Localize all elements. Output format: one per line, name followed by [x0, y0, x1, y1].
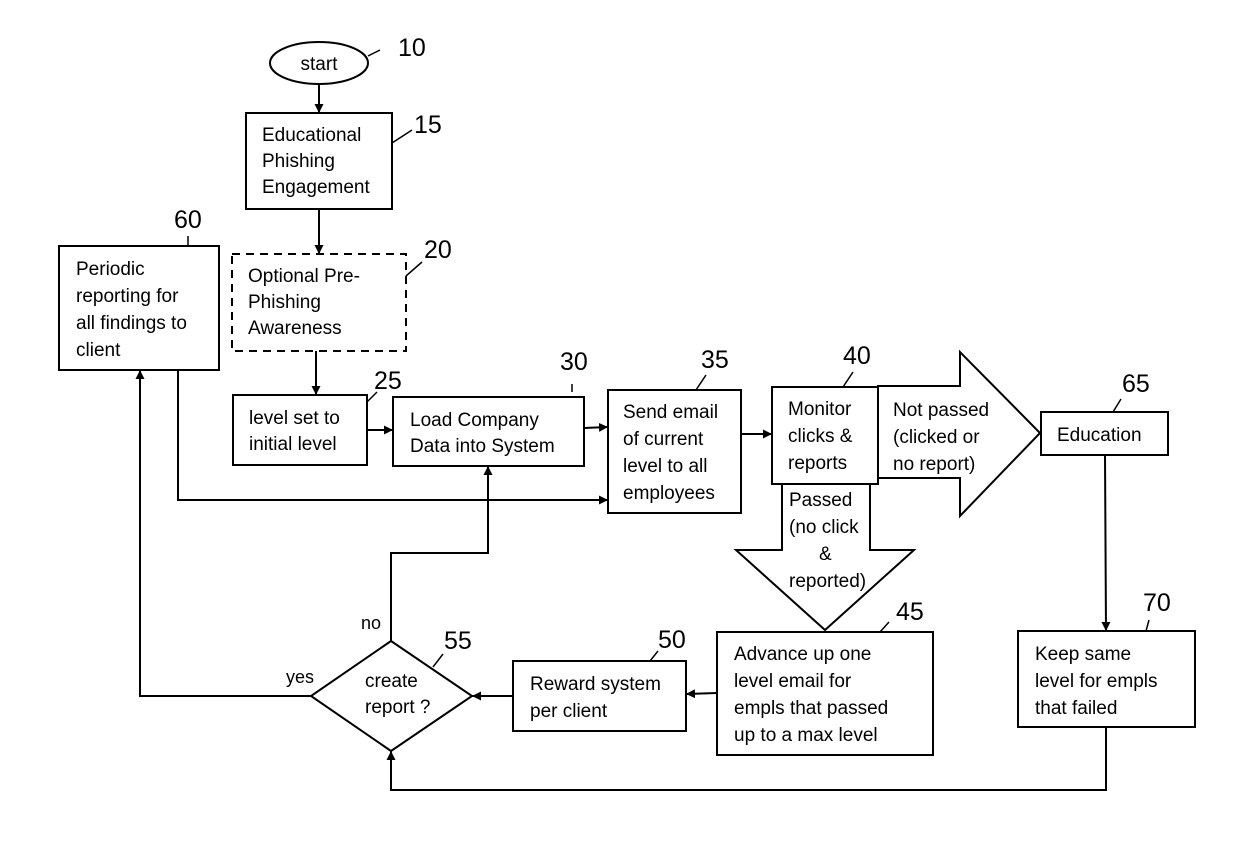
- yes-label: yes: [286, 667, 314, 687]
- arrow-55-no-to-30: [390, 466, 493, 641]
- ref-55: 55: [444, 627, 472, 655]
- start-label: start: [301, 54, 339, 75]
- ref-65: 65: [1122, 370, 1150, 398]
- flowchart: start 10 Educational Phishing Engagement…: [58, 34, 1196, 791]
- arrow-45-to-50: [685, 689, 718, 699]
- ref-10: 10: [398, 34, 426, 62]
- ref-20: 20: [424, 236, 452, 264]
- ref-70: 70: [1143, 589, 1171, 617]
- ref-45: 45: [896, 598, 924, 626]
- ref-25: 25: [374, 367, 402, 395]
- ref-50: 50: [658, 626, 686, 654]
- ref-30: 30: [560, 348, 588, 376]
- ref-15: 15: [414, 111, 442, 139]
- arrow-65-to-70: [1101, 454, 1111, 632]
- ref-40: 40: [843, 342, 871, 370]
- ref-60: 60: [174, 206, 202, 234]
- arrow-30-to-35: [583, 422, 609, 432]
- create-report-decision: [309, 639, 474, 753]
- education-label: Education: [1057, 425, 1142, 446]
- no-label: no: [361, 613, 381, 633]
- ref-35: 35: [701, 346, 729, 374]
